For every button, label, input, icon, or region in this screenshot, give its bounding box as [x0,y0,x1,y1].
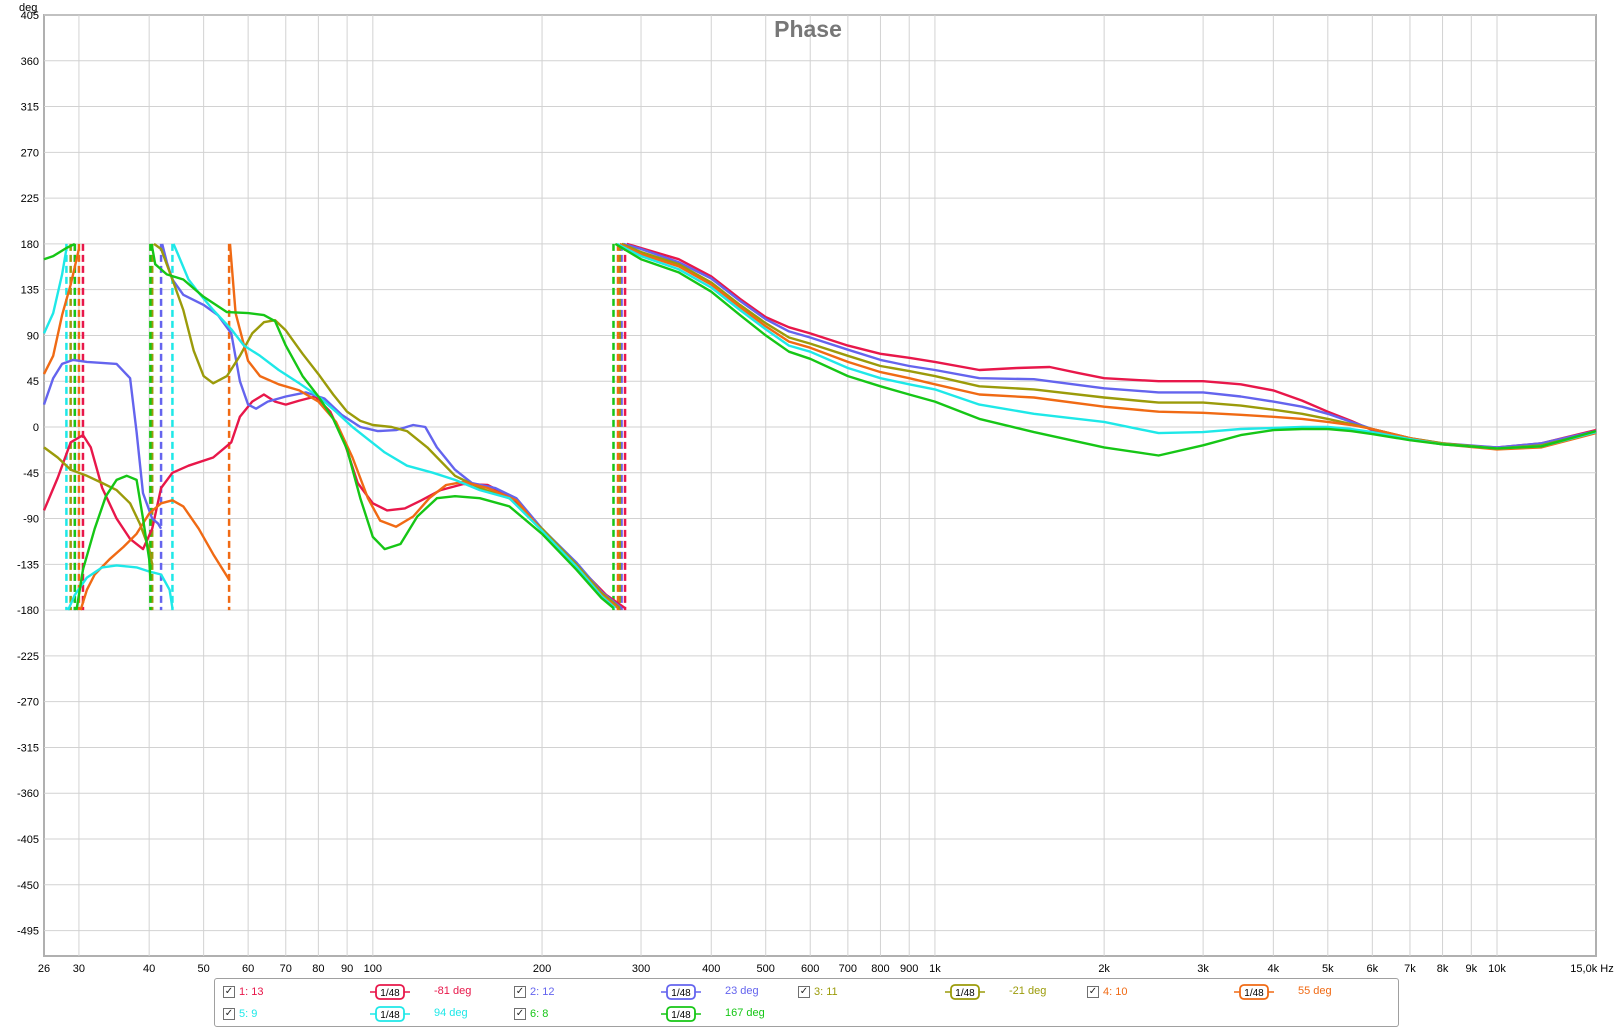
x-tick-label: 9k [1465,963,1477,975]
y-tick-label: 315 [21,102,39,114]
x-tick-label: 7k [1404,963,1416,975]
smoothing-label: 1/48 [671,1010,691,1021]
legend-item-4: ✓ 4: 10 [1087,984,1127,1000]
x-tick-label: 30 [73,963,85,975]
x-tick-label: 60 [242,963,254,975]
chart-title: Phase [774,16,842,42]
x-tick-label: 40 [143,963,155,975]
y-tick-label: -495 [17,926,39,938]
legend-smoothing-button[interactable]: 1/48 [370,1006,410,1022]
legend-checkbox[interactable]: ✓ [223,986,235,998]
x-tick-label: 300 [632,963,650,975]
x-tick-label: 3k [1197,963,1209,975]
x-tick-label: 600 [801,963,819,975]
y-tick-label: -360 [17,788,39,800]
legend-value: 23 deg [725,985,759,997]
x-tick-label: 4k [1268,963,1280,975]
phase-chart: 40536031527022518013590450-45-90-135-180… [17,2,1614,975]
y-tick-labels: 40536031527022518013590450-45-90-135-180… [17,10,39,938]
legend-label: 1: 13 [239,986,264,998]
x-tick-label: 90 [341,963,353,975]
x-tick-label: 100 [364,963,382,975]
plot-frame [43,14,1597,957]
y-tick-label: -45 [23,468,39,480]
y-tick-label: -180 [17,605,39,617]
y-tick-label: -405 [17,834,39,846]
legend-checkbox[interactable]: ✓ [514,1008,526,1020]
y-tick-label: -450 [17,880,39,892]
legend-value: 55 deg [1298,985,1332,997]
smoothing-label: 1/48 [1244,988,1264,999]
y-tick-label: 225 [21,193,39,205]
smoothing-label: 1/48 [380,988,400,999]
legend-label: 3: 11 [814,986,838,998]
x-tick-label: 8k [1437,963,1449,975]
y-tick-label: 45 [27,376,39,388]
x-tick-label: 10k [1488,963,1506,975]
legend-item-6: ✓ 6: 8 [514,1006,548,1022]
x-tick-label: 6k [1367,963,1379,975]
y-tick-label: 360 [21,56,39,68]
legend-label: 5: 9 [239,1008,258,1020]
legend-value: -81 deg [434,985,472,997]
x-tick-label: 200 [533,963,551,975]
legend-item-1: ✓ 1: 13 [223,984,263,1000]
legend-smoothing-button[interactable]: 1/48 [661,1006,701,1022]
y-tick-label: 270 [21,147,39,159]
y-tick-label: -90 [23,514,39,526]
y-tick-label: 90 [27,330,39,342]
x-tick-label: 800 [871,963,889,975]
legend: ✓ 1: 13 1/48 -81 deg ✓ 2: 12 1/48 23 deg ✓ 3: 11 1… [214,978,1399,1027]
legend-value: 94 deg [434,1007,468,1019]
x-tick-labels: 26 30 40 50 60 70 80 90 100 200 300 400 500 600 700 800… [38,963,1614,975]
x-tick-label: 80 [312,963,324,975]
legend-smoothing-button[interactable]: 1/48 [661,984,701,1000]
x-tick-label: 26 [38,963,50,975]
y-tick-label: 0 [33,422,39,434]
legend-checkbox[interactable]: ✓ [223,1008,235,1020]
x-tick-label: 400 [702,963,720,975]
legend-smoothing-button[interactable]: 1/48 [370,984,410,1000]
x-tick-label: 500 [757,963,775,975]
legend-label: 2: 12 [530,986,555,998]
legend-value: 167 deg [725,1007,765,1019]
legend-item-2: ✓ 2: 12 [514,984,554,1000]
legend-checkbox[interactable]: ✓ [1087,986,1099,998]
y-tick-label: -225 [17,651,39,663]
x-tick-label: 2k [1098,963,1110,975]
x-tick-label: 900 [900,963,918,975]
legend-item-5: ✓ 5: 9 [223,1006,257,1022]
y-tick-label: -315 [17,742,39,754]
legend-smoothing-button[interactable]: 1/48 [1234,984,1274,1000]
legend-smoothing-button[interactable]: 1/48 [945,984,985,1000]
x-tick-label: 700 [839,963,857,975]
y-tick-label: -270 [17,697,39,709]
smoothing-label: 1/48 [671,988,691,999]
legend-label: 6: 8 [530,1008,549,1020]
smoothing-label: 1/48 [380,1010,400,1021]
smoothing-label: 1/48 [955,988,975,999]
x-tick-label: 15,0k Hz [1570,963,1613,975]
legend-checkbox[interactable]: ✓ [798,986,810,998]
x-tick-label: 5k [1322,963,1334,975]
x-tick-label: 1k [929,963,941,975]
y-tick-label: 135 [21,285,39,297]
x-tick-label: 50 [198,963,210,975]
legend-item-3: ✓ 3: 11 [798,984,838,1000]
y-tick-label: -135 [17,559,39,571]
x-tick-label: 70 [280,963,292,975]
y-axis-label: deg [19,2,37,14]
legend-label: 4: 10 [1103,986,1128,998]
legend-value: -21 deg [1009,985,1047,997]
legend-checkbox[interactable]: ✓ [514,986,526,998]
y-tick-label: 180 [21,239,39,251]
